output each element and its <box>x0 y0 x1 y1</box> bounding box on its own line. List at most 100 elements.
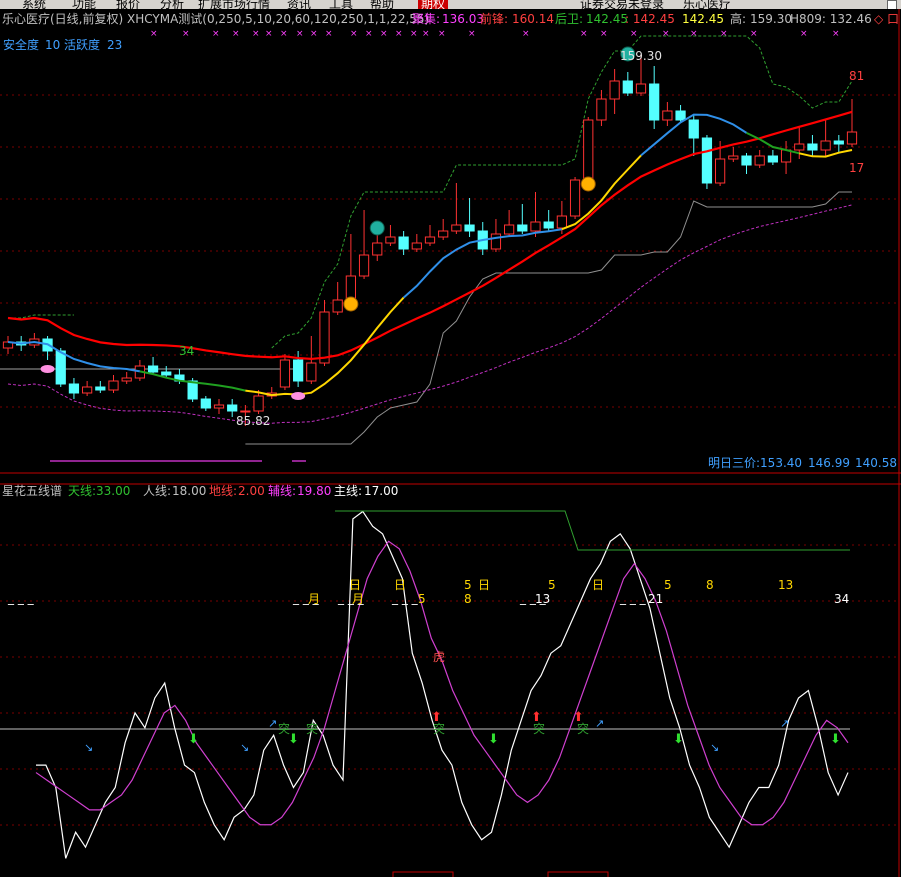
candle-body[interactable] <box>517 224 528 232</box>
high-value: 159.30 <box>750 12 792 26</box>
active-label: 活跃度 <box>64 37 100 52</box>
menu-system[interactable]: 系统 <box>22 0 46 9</box>
menu-stock-name[interactable]: 乐心医疗 <box>683 0 731 9</box>
label-ri: 日 <box>478 578 490 592</box>
candle-body[interactable] <box>293 359 304 382</box>
candle-body[interactable] <box>741 155 752 166</box>
menu-quotes[interactable]: 报价 <box>116 0 140 9</box>
candle-body[interactable] <box>213 404 225 409</box>
candle-body[interactable] <box>398 236 409 250</box>
menu-options[interactable]: 期权 <box>418 0 449 9</box>
candle-body[interactable] <box>569 179 581 217</box>
candle-body[interactable] <box>358 254 370 277</box>
candle-body[interactable] <box>68 383 80 394</box>
candle-body[interactable] <box>728 155 739 160</box>
candle-body[interactable] <box>649 83 660 121</box>
candle-body[interactable] <box>108 380 119 391</box>
candle-body[interactable] <box>200 398 211 409</box>
candle-body[interactable] <box>372 242 383 256</box>
candle-body[interactable] <box>438 230 449 238</box>
up-right-arrow-icon: ↗ <box>595 717 604 730</box>
candle-body[interactable] <box>688 119 699 139</box>
candle-body[interactable] <box>701 137 713 184</box>
candle-body[interactable] <box>833 140 844 145</box>
dash-marker: _ _ _ <box>519 591 547 605</box>
candle-body[interactable] <box>490 233 502 250</box>
candle-body[interactable] <box>253 395 264 412</box>
candle-body[interactable] <box>767 155 778 163</box>
candle-body[interactable] <box>411 242 422 250</box>
candle-body[interactable] <box>451 224 462 232</box>
ma-segment <box>7 340 141 373</box>
buy-signal-icon <box>343 296 359 312</box>
x-marker-icon: × <box>750 29 758 39</box>
dash-marker: _ _ _ <box>619 591 647 605</box>
candle-body[interactable] <box>95 386 106 391</box>
candle-body[interactable] <box>187 380 198 400</box>
candle-body[interactable] <box>385 236 396 244</box>
count-34-label: 34 <box>179 344 194 358</box>
active-value: 23 <box>107 38 122 52</box>
candle-body[interactable] <box>55 350 66 385</box>
window-control-icon[interactable] <box>887 0 897 9</box>
menu-help[interactable]: 帮助 <box>370 0 394 9</box>
candle-body[interactable] <box>662 110 673 121</box>
candle-body[interactable] <box>504 224 515 235</box>
candle-body[interactable] <box>161 371 172 376</box>
up-arrow-icon: ⬆ <box>431 710 442 725</box>
houwei-value: 142.45 <box>586 12 628 26</box>
x-marker-icon: × <box>182 29 190 39</box>
dash-marker: _ _ _ <box>292 591 320 605</box>
candle-body[interactable] <box>345 275 356 301</box>
x-marker-icon: × <box>395 29 403 39</box>
candle-body[interactable] <box>596 98 607 121</box>
candle-body[interactable] <box>556 215 567 229</box>
x-marker-icon: × <box>522 29 530 39</box>
candle-body[interactable] <box>530 221 541 232</box>
down-arrow-icon: ⬇ <box>288 732 299 747</box>
menu-news[interactable]: 资讯 <box>287 0 311 9</box>
candle-body[interactable] <box>543 221 554 229</box>
fu-value: 19.80 <box>297 484 331 498</box>
candle-body[interactable] <box>240 410 251 413</box>
menu-trading-status[interactable]: 证券交易未登录 <box>580 0 664 9</box>
candle-body[interactable] <box>147 365 159 373</box>
ren-value: 18.00 <box>172 484 206 498</box>
candle-body[interactable] <box>609 80 620 100</box>
candle-body[interactable] <box>464 224 475 232</box>
candle-body[interactable] <box>332 299 343 313</box>
zhu-value: 17.00 <box>364 484 398 498</box>
menu-tools[interactable]: 工具 <box>329 0 353 9</box>
label-13: 13 <box>778 578 793 592</box>
candle-body[interactable] <box>820 140 831 151</box>
candle-body[interactable] <box>319 311 330 364</box>
candle-body[interactable] <box>279 359 291 388</box>
dash-marker: _ _ _ <box>391 591 419 605</box>
menu-extended-market[interactable]: 扩展市场行情 <box>198 0 270 9</box>
candle-body[interactable] <box>794 143 805 151</box>
candle-body[interactable] <box>622 80 633 94</box>
candle-body[interactable] <box>846 131 858 145</box>
x-marker-icon: × <box>468 29 476 39</box>
candle-body[interactable] <box>227 404 238 412</box>
menu-analysis[interactable]: 分析 <box>160 0 184 9</box>
down-arrow-icon: ⬇ <box>488 732 499 747</box>
chart-area[interactable]: 乐心医疗(日线,前复权) XHCYMA测试(0,250,5,10,20,60,1… <box>0 9 901 877</box>
candle-body[interactable] <box>82 386 93 394</box>
x-marker-icon: × <box>150 29 158 39</box>
menu-function[interactable]: 功能 <box>72 0 96 9</box>
candle-body[interactable] <box>306 362 317 382</box>
fu-label: 辅线: <box>268 484 296 498</box>
x-marker-icon: × <box>296 29 304 39</box>
candle-body[interactable] <box>675 110 686 121</box>
candle-body[interactable] <box>635 83 647 94</box>
candle-body[interactable] <box>121 377 132 382</box>
sky-line <box>335 510 850 551</box>
candle-body[interactable] <box>715 158 726 184</box>
candle-body[interactable] <box>583 119 594 181</box>
candle-body[interactable] <box>754 155 765 166</box>
x-marker-icon: × <box>232 29 240 39</box>
candle-body[interactable] <box>807 143 818 151</box>
safety-label: 安全度 <box>3 37 39 52</box>
candle-body[interactable] <box>424 236 436 244</box>
